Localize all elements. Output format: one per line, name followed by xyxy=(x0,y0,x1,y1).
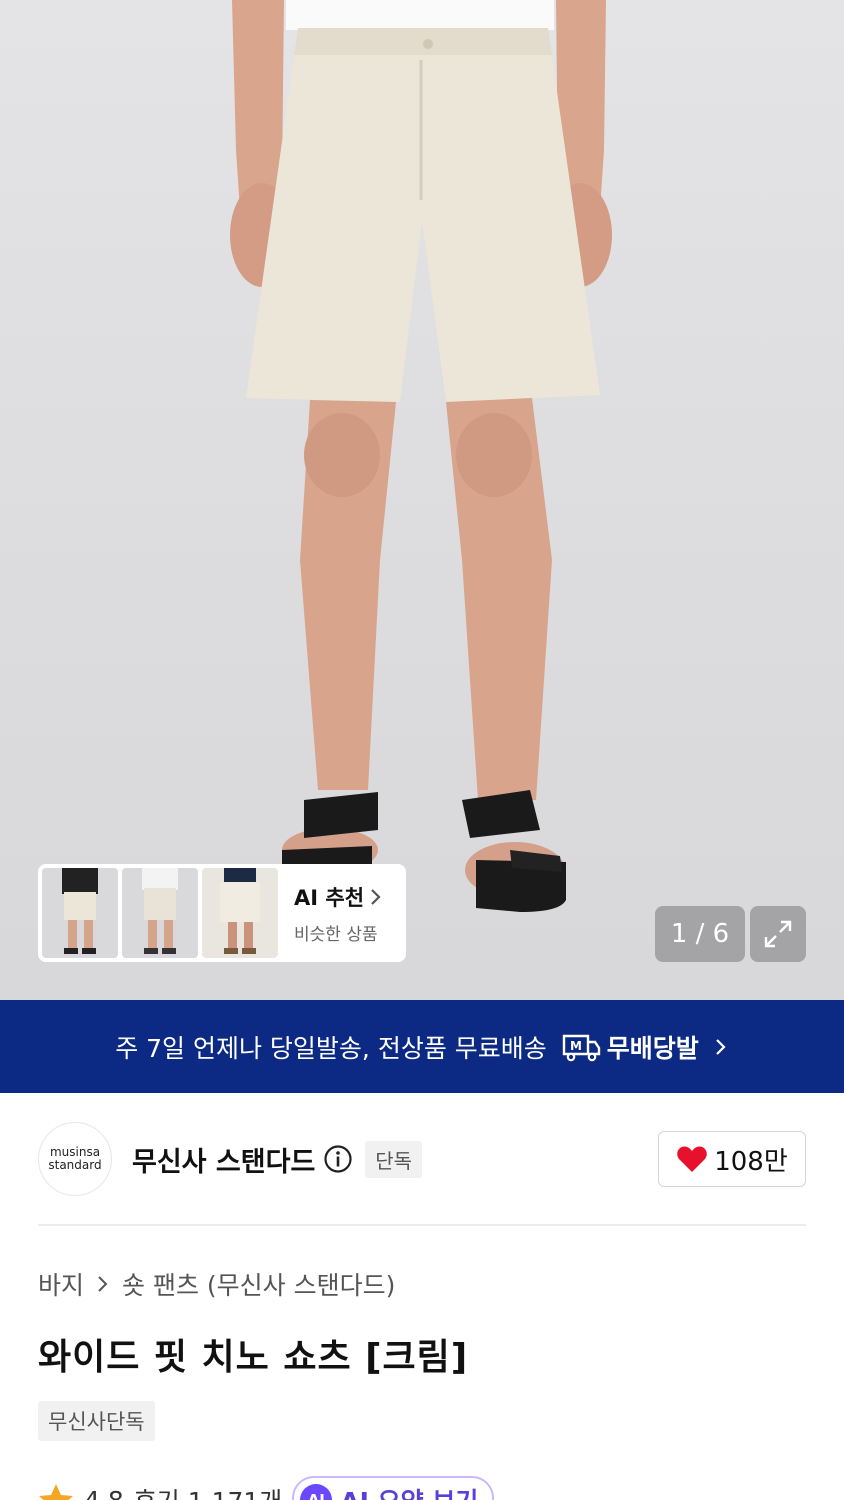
star-icon xyxy=(39,1484,73,1500)
recommend-thumbnail[interactable] xyxy=(202,868,278,958)
product-image-gallery[interactable]: AI 추천 비슷한 상품 1 / 6 xyxy=(0,0,844,1000)
rating-value: 4.8 xyxy=(84,1485,124,1500)
delivery-truck-icon: M xyxy=(562,1034,600,1061)
brand-row: musinsa standard 무신사 스탠다드 단독 108만 xyxy=(38,1121,806,1197)
expand-image-button[interactable] xyxy=(750,906,806,962)
breadcrumb-item-pants[interactable]: 바지 xyxy=(38,1266,84,1302)
info-icon[interactable] xyxy=(323,1144,353,1174)
exclusive-tag: 무신사단독 xyxy=(38,1401,155,1441)
ai-recommend-title: AI 추천 xyxy=(294,885,365,910)
breadcrumb: 바지 숏 팬츠 (무신사 스탠다드) xyxy=(38,1266,395,1302)
breadcrumb-item-shorts[interactable]: 숏 팬츠 (무신사 스탠다드) xyxy=(122,1266,395,1302)
brand-logo[interactable]: musinsa standard xyxy=(38,1122,112,1196)
delivery-banner[interactable]: 주 7일 언제나 당일발송, 전상품 무료배송 M 무배당발 xyxy=(0,1000,844,1093)
rating-row: 4.8 후기 1,171개 AI AI 요약 보기 xyxy=(38,1476,495,1500)
delivery-brand: M 무배당발 xyxy=(561,1029,699,1065)
divider xyxy=(38,1224,806,1226)
exclusive-badge: 단독 xyxy=(365,1140,423,1178)
ai-recommend-subtitle: 비슷한 상품 xyxy=(294,924,378,945)
chevron-right-icon xyxy=(98,1276,108,1292)
review-count[interactable]: 후기 1,171개 xyxy=(134,1482,283,1500)
delivery-truck-mark: M xyxy=(570,1039,582,1053)
image-page-indicator: 1 / 6 xyxy=(655,906,745,962)
ai-badge: AI xyxy=(300,1484,333,1500)
ai-recommend-title-row: AI 추천 xyxy=(294,882,384,912)
recommend-thumbnail[interactable] xyxy=(122,868,198,958)
product-photo xyxy=(230,0,612,912)
ai-summary-label: AI 요약 보기 xyxy=(340,1482,478,1500)
recommend-thumbnail[interactable] xyxy=(42,868,118,958)
product-title: 와이드 핏 치노 쇼츠 [크림] xyxy=(38,1337,469,1378)
expand-icon xyxy=(764,920,792,948)
brand-logo-line2: standard xyxy=(48,1158,102,1172)
ai-summary-button[interactable]: AI AI 요약 보기 xyxy=(292,1476,495,1500)
ai-recommend-card[interactable]: AI 추천 비슷한 상품 xyxy=(38,864,406,962)
like-button[interactable]: 108만 xyxy=(658,1131,806,1187)
heart-icon xyxy=(677,1146,707,1172)
chevron-right-icon xyxy=(371,888,381,905)
brand-name[interactable]: 무신사 스탠다드 xyxy=(132,1140,315,1179)
like-count: 108만 xyxy=(714,1146,788,1177)
delivery-banner-text: 주 7일 언제나 당일발송, 전상품 무료배송 xyxy=(115,1033,547,1063)
ai-recommend-text: AI 추천 비슷한 상품 xyxy=(294,882,384,945)
delivery-brand-label: 무배당발 xyxy=(606,1033,699,1063)
chevron-right-icon xyxy=(716,1038,726,1055)
